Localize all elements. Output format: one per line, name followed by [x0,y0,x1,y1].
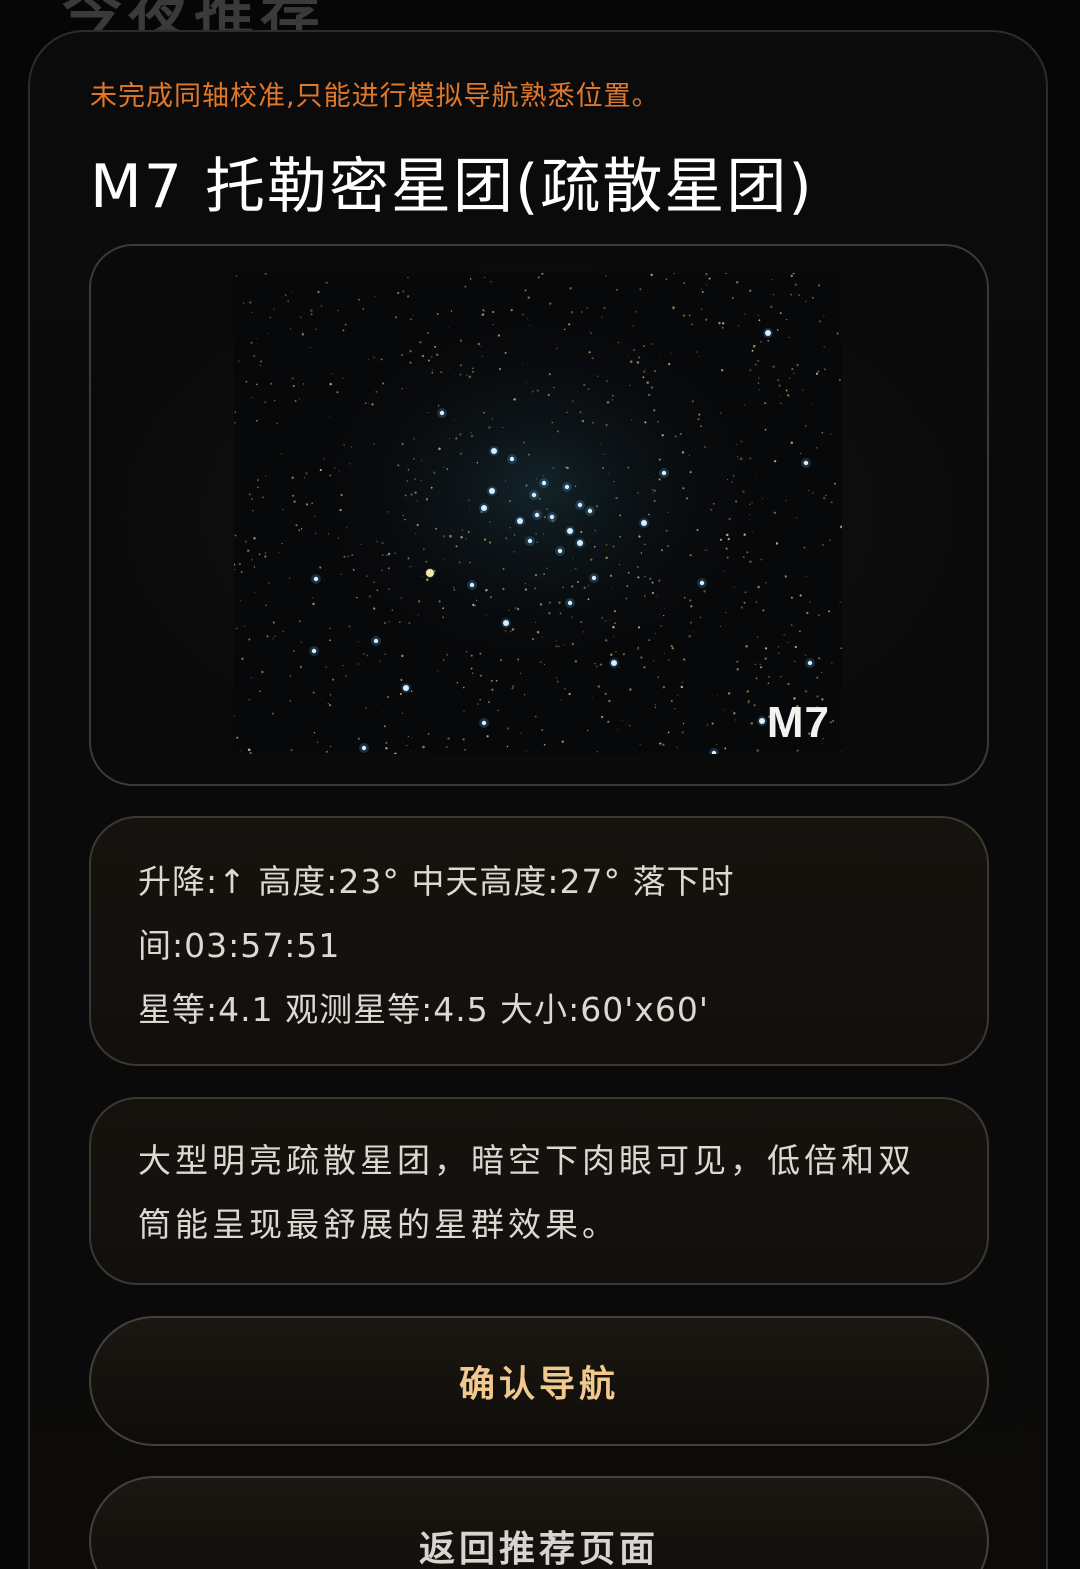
info-line-magnitude: 星等:4.1 观测星等:4.5 大小:60'x60' [138,990,709,1029]
description-text: 大型明亮疏散星团，暗空下肉眼可见，低倍和双筒能呈现最舒展的星群效果。 [138,1141,915,1244]
info-text: 升降:↑ 高度:23° 中天高度:27° 落下时间:03:57:51 星等:4.… [138,850,878,1042]
image-label: M7 [766,698,830,747]
back-to-recommendations-button[interactable]: 返回推荐页面 [89,1476,989,1569]
cluster-image: M7 [234,273,842,754]
calibration-warning: 未完成同轴校准,只能进行模拟导航熟悉位置。 [90,81,660,112]
star-detail-screen: 今夜推荐 未完成同轴校准,只能进行模拟导航熟悉位置。 M7 托勒密星团(疏散星团… [0,0,1080,1569]
starfield-graphic [234,273,842,754]
back-to-recommendations-label: 返回推荐页面 [418,1529,659,1569]
info-line-position: 升降:↑ 高度:23° 中天高度:27° 落下时间:03:57:51 [138,862,735,965]
confirm-navigation-label: 确认导航 [458,1364,619,1405]
confirm-navigation-button[interactable]: 确认导航 [89,1316,989,1446]
object-title: M7 托勒密星团(疏散星团) [90,152,814,222]
